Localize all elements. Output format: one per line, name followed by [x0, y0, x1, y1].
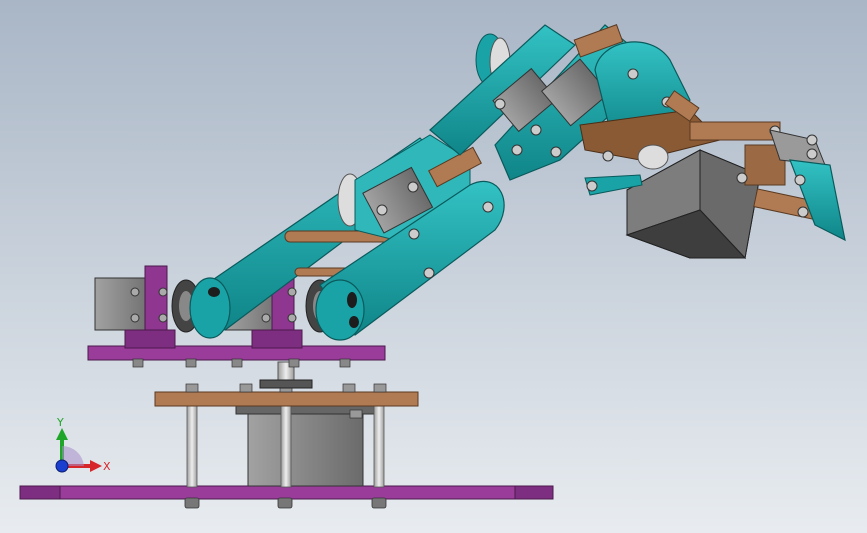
- x-axis-label: X: [103, 460, 111, 473]
- z-axis-dot: [55, 459, 69, 473]
- cad-viewport[interactable]: Y X: [0, 0, 867, 533]
- y-axis-label: Y: [56, 416, 64, 429]
- robot-arm-model[interactable]: Y X: [0, 0, 867, 533]
